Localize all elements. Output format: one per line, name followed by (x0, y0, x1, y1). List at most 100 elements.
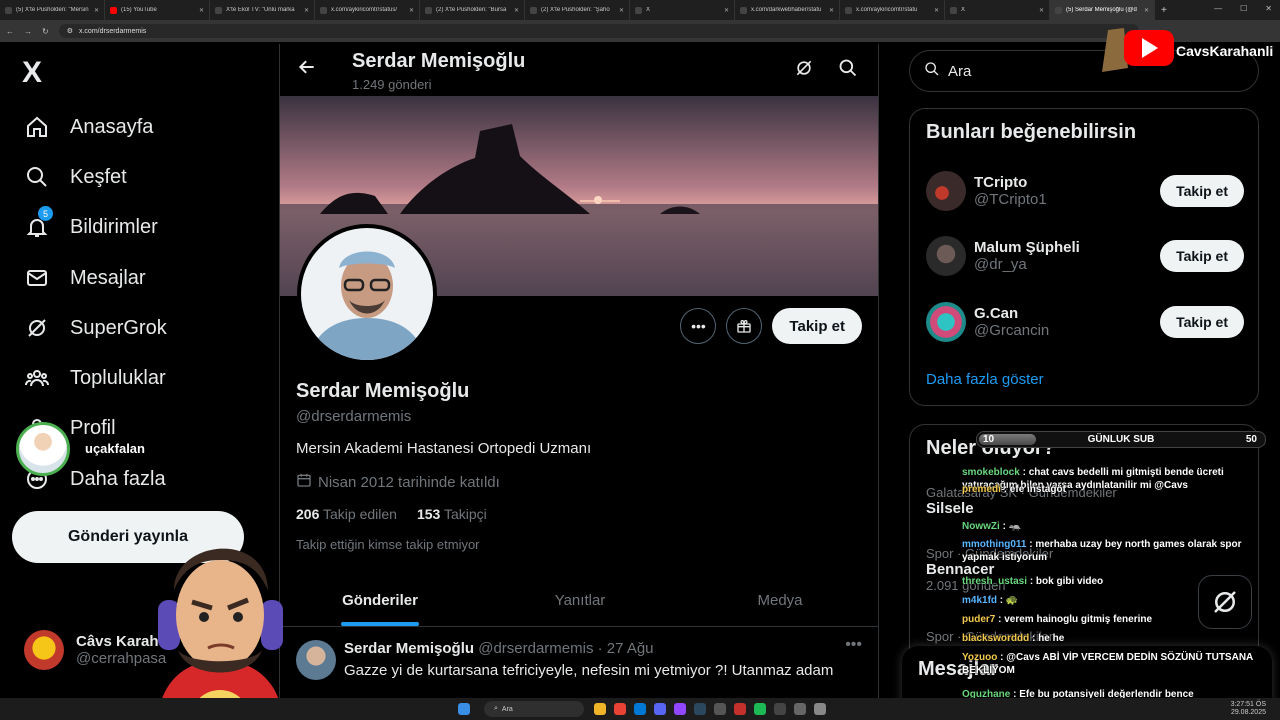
back-nav-icon[interactable]: ← (6, 27, 14, 36)
taskbar-search-label: Ara (501, 705, 513, 713)
back-arrow-icon[interactable] (297, 57, 317, 83)
follow-button[interactable]: Takip et (772, 308, 862, 344)
tab-favicon-icon (845, 6, 852, 14)
steam-icon[interactable] (694, 703, 706, 715)
suggestion-item[interactable]: TCripto @TCripto1 Takip et (926, 171, 1244, 211)
chat-message: blacksworddd : he he (962, 632, 1272, 645)
nav-item-messages[interactable]: Mesajlar (24, 265, 146, 291)
follow-button[interactable]: Takip et (1160, 306, 1244, 338)
browser-tab[interactable]: (15) YouTube ✕ (105, 0, 210, 20)
who-to-follow-card: Bunları beğenebilirsin TCripto @TCripto1… (909, 108, 1259, 406)
suggestion-name: G.Can (974, 305, 1019, 322)
follow-button[interactable]: Takip et (1160, 240, 1244, 272)
nav-item-explore[interactable]: Keşfet (24, 164, 127, 190)
browser-tab[interactable]: x.com/aykiricomtr/status/ ✕ (315, 0, 420, 20)
tab-favicon-icon (635, 6, 642, 14)
account-switcher[interactable]: Câvs Karah @cerrahpasa (24, 630, 166, 670)
browser-tab[interactable]: x.com/aykiricomtr/statu ✕ (840, 0, 945, 20)
window-controls: — ☐ ✕ (1214, 4, 1272, 13)
tweet-handle[interactable]: @drserdarmemis (478, 640, 593, 657)
more-options-button[interactable]: ••• (680, 308, 717, 344)
tab-close-icon[interactable]: ✕ (199, 7, 204, 14)
tweet-author[interactable]: Serdar Memişoğlu (344, 640, 474, 657)
home-icon (24, 114, 50, 140)
chat-username: Yozuoo (962, 652, 998, 663)
app-icon[interactable] (674, 703, 686, 715)
app-icon[interactable] (734, 703, 746, 715)
grok-icon[interactable] (794, 58, 814, 83)
avatar[interactable] (296, 640, 336, 680)
obs-icon[interactable] (774, 703, 786, 715)
tweet-more-icon[interactable]: ••• (845, 636, 862, 654)
suggestion-item[interactable]: G.Can @Grcancin Takip et (926, 302, 1244, 342)
address-bar[interactable]: ⚙ x.com/drserdarmemis (58, 24, 1139, 38)
profile-header-bar: Serdar Memişoğlu 1.249 gönderi (280, 44, 878, 96)
browser-tab[interactable]: (5) X'te Pusholden: "Mersin ✕ (0, 0, 105, 20)
discord-icon[interactable] (654, 703, 666, 715)
spotify-icon[interactable] (754, 703, 766, 715)
tab-close-icon[interactable]: ✕ (304, 7, 309, 14)
profile-avatar[interactable] (297, 224, 437, 364)
tweet-date[interactable]: · 27 Ağu (598, 640, 654, 657)
close-window-icon[interactable]: ✕ (1265, 4, 1272, 13)
tab-favicon-icon (215, 6, 222, 14)
follow-button[interactable]: Takip et (1160, 175, 1244, 207)
browser-tab[interactable]: x.com/darkwebhaber/statu ✕ (735, 0, 840, 20)
followers-link[interactable]: 153 Takipçi (417, 506, 487, 522)
browser-tab[interactable]: (2) X'te Pusholden: "Şaho ✕ (525, 0, 630, 20)
suggestion-handle: @TCripto1 (974, 191, 1047, 208)
tweet-text: Gazze yi de kurtarsana tefriciyeyle, nef… (344, 662, 834, 679)
nav-item-communities[interactable]: Topluluklar (24, 365, 166, 391)
x-logo-icon[interactable]: X (22, 56, 42, 90)
forward-nav-icon[interactable]: → (24, 27, 32, 36)
app-icon[interactable] (714, 703, 726, 715)
nav-label: Topluluklar (70, 366, 166, 389)
browser-tab[interactable]: (5) Serdar Memişoğlu (@d ✕ (1050, 0, 1155, 20)
tab-title: X (646, 7, 651, 13)
viewer-avatar (16, 422, 70, 476)
tab-replies[interactable]: Yanıtlar (480, 574, 680, 626)
tab-media[interactable]: Medya (680, 574, 878, 626)
tab-title: x.com/aykiricomtr/statu (856, 7, 918, 13)
tab-close-icon[interactable]: ✕ (1039, 7, 1044, 14)
browser-tab[interactable]: X ✕ (630, 0, 735, 20)
tab-close-icon[interactable]: ✕ (94, 7, 99, 14)
tab-close-icon[interactable]: ✕ (829, 7, 834, 14)
tab-close-icon[interactable]: ✕ (724, 7, 729, 14)
chat-username: smokeblock (962, 467, 1020, 478)
nav-item-supergrok[interactable]: SuperGrok (24, 315, 167, 341)
maximize-icon[interactable]: ☐ (1240, 4, 1247, 13)
tab-close-icon[interactable]: ✕ (1144, 7, 1149, 14)
start-icon[interactable] (458, 703, 470, 715)
browser-tab[interactable]: X'te Ekol TV: "Ünlü marka ✕ (210, 0, 315, 20)
show-more-link[interactable]: Daha fazla göster (926, 371, 1044, 388)
browser-tab[interactable]: X ✕ (945, 0, 1050, 20)
nav-label: SuperGrok (70, 316, 167, 339)
chrome-icon[interactable] (614, 703, 626, 715)
edge-icon[interactable] (634, 703, 646, 715)
tab-favicon-icon (110, 6, 117, 14)
taskbar-search[interactable]: ⌕ Ara (484, 701, 584, 717)
tab-close-icon[interactable]: ✕ (409, 7, 414, 14)
suggestion-item[interactable]: Malum Şüpheli @dr_ya Takip et (926, 236, 1244, 276)
nav-item-home[interactable]: Anasayfa (24, 114, 153, 140)
following-link[interactable]: 206 Takip edilen (296, 506, 397, 522)
tab-close-icon[interactable]: ✕ (934, 7, 939, 14)
browser-tab[interactable]: (2) X'te Pusholden: "Bursa ✕ (420, 0, 525, 20)
tab-close-icon[interactable]: ✕ (514, 7, 519, 14)
reload-icon[interactable]: ↻ (42, 27, 49, 36)
tab-close-icon[interactable]: ✕ (619, 7, 624, 14)
nav-item-notifications[interactable]: 5 Bildirimler (24, 206, 158, 240)
tab-posts[interactable]: Gönderiler (280, 574, 480, 626)
files-icon[interactable] (594, 703, 606, 715)
gift-icon[interactable] (726, 308, 763, 344)
app-icon[interactable] (814, 703, 826, 715)
minimize-icon[interactable]: — (1214, 4, 1222, 13)
taskbar-clock[interactable]: 3:27:51 ÖS 29.08.2025 (1231, 701, 1266, 717)
tab-title: (5) X'te Pusholden: "Mersin (16, 7, 89, 13)
new-tab-button[interactable]: + (1155, 5, 1173, 16)
app-icon[interactable] (794, 703, 806, 715)
site-info-icon[interactable]: ⚙ (67, 27, 73, 35)
search-icon[interactable] (838, 58, 858, 83)
communities-icon (24, 365, 50, 391)
